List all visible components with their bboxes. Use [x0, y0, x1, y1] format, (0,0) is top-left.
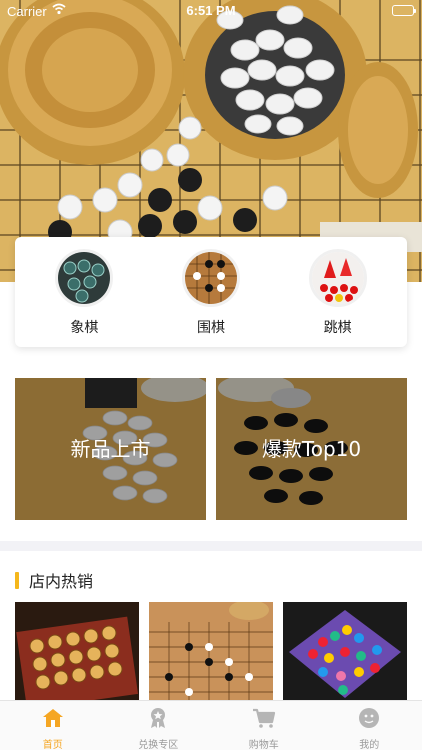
section-accent-bar [15, 571, 19, 589]
promo-banners: 新品上市 爆款Top10 [15, 378, 407, 520]
chinese-chess-set-image [15, 602, 139, 702]
category-label: 象棋 [70, 320, 99, 336]
checkers-icon [308, 249, 367, 307]
tab-label: 购物车 [248, 740, 279, 750]
tab-label: 首页 [42, 740, 63, 750]
category-label: 跳棋 [323, 320, 352, 336]
profile-icon [357, 707, 381, 733]
tab-cart[interactable]: 购物车 [211, 701, 317, 750]
category-chinese-chess[interactable]: 象棋 [29, 237, 139, 337]
new-arrivals-banner[interactable]: 新品上市 [15, 378, 206, 520]
clock: 6:51 PM [186, 3, 236, 18]
category-card: 象棋 围棋 跳棋 [15, 237, 407, 347]
cart-icon [252, 707, 276, 733]
go-board-icon [181, 249, 240, 307]
tab-bar: 首页 兑换专区 购物车 我的 [0, 700, 422, 750]
product-card[interactable] [283, 602, 407, 702]
tab-label: 我的 [359, 740, 380, 750]
home-icon [41, 707, 65, 733]
category-label: 围棋 [196, 320, 225, 336]
product-card[interactable] [15, 602, 139, 702]
bestsellers-banner[interactable]: 爆款Top10 [216, 378, 407, 520]
go-set-image [149, 602, 273, 702]
status-bar: Carrier 6:51 PM [0, 0, 422, 22]
section-divider [0, 541, 422, 551]
chinese-chess-icon [55, 249, 114, 307]
category-go[interactable]: 围棋 [156, 237, 266, 337]
hot-sales-header: 店内热销 [15, 570, 94, 591]
tab-home[interactable]: 首页 [0, 701, 106, 750]
product-card[interactable] [149, 602, 273, 702]
exchange-icon [146, 707, 170, 733]
tab-profile[interactable]: 我的 [317, 701, 422, 750]
banner-title: 新品上市 [70, 437, 151, 461]
banner-title: 爆款Top10 [261, 437, 362, 461]
section-title: 店内热销 [29, 572, 94, 591]
checkers-set-image [283, 602, 407, 702]
category-checkers[interactable]: 跳棋 [283, 237, 393, 337]
battery-icon [392, 5, 416, 16]
tab-label: 兑换专区 [138, 740, 179, 750]
tab-exchange[interactable]: 兑换专区 [106, 701, 212, 750]
hot-products-row [15, 602, 407, 702]
